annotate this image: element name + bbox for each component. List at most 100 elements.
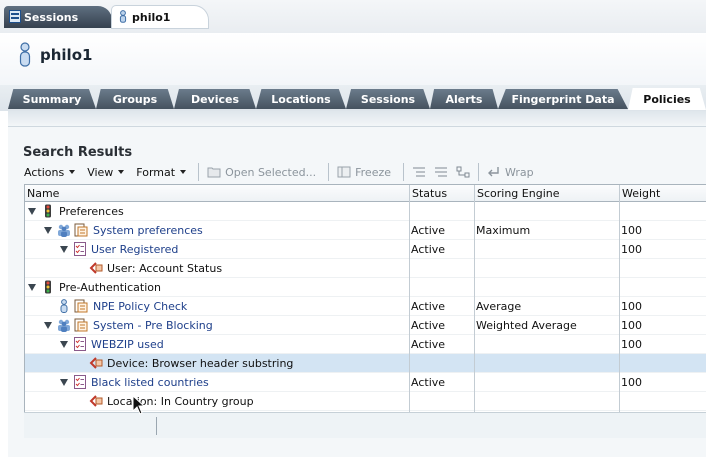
row-name[interactable]: System - Pre Blocking — [93, 319, 213, 332]
resize-handle[interactable] — [156, 417, 157, 435]
tree-expand-icon[interactable] — [60, 379, 68, 386]
row-name[interactable]: System preferences — [93, 224, 203, 237]
row-weight: 100 — [621, 319, 642, 332]
format-menu[interactable]: Format — [136, 166, 187, 179]
condition-icon — [89, 262, 103, 274]
condition-icon — [89, 395, 103, 407]
table-row[interactable]: System - Pre Blocking Active Weighted Av… — [25, 316, 706, 335]
doc-tab-sessions[interactable]: Sessions — [4, 6, 112, 28]
table-row-selected[interactable]: Device: Browser header substring — [25, 354, 706, 373]
chevron-down-icon — [180, 170, 187, 174]
user-group-icon — [58, 319, 70, 332]
row-name[interactable]: Black listed countries — [91, 376, 209, 389]
table-row[interactable]: NPE Policy Check Active Average 100 — [25, 297, 706, 316]
row-name: Device: Browser header substring — [107, 357, 294, 370]
traffic-light-icon — [45, 280, 51, 294]
tab-content-strip — [8, 111, 706, 127]
actions-menu[interactable]: Actions — [24, 166, 76, 179]
column-divider — [619, 185, 620, 412]
tab-devices[interactable]: Devices — [174, 89, 256, 109]
tree-expand-icon[interactable] — [44, 322, 52, 329]
sessions-icon — [9, 10, 21, 23]
rule-checklist-icon — [74, 375, 86, 389]
row-scoring-engine: Average — [476, 300, 522, 313]
open-selected-button[interactable]: Open Selected... — [207, 166, 316, 179]
tab-fingerprint-data[interactable]: Fingerprint Data — [498, 89, 628, 109]
toolbar-divider — [328, 163, 330, 181]
column-header-scoring-engine[interactable]: Scoring Engine — [477, 187, 560, 200]
row-status: Active — [411, 319, 446, 332]
table-row[interactable]: User: Account Status — [25, 259, 706, 278]
row-status: Active — [411, 243, 446, 256]
table-row[interactable]: Black listed countries Active 100 — [25, 373, 706, 392]
doc-tab-philo1[interactable]: philo1 — [112, 6, 208, 28]
expand-all-icon[interactable] — [434, 166, 448, 178]
tab-groups[interactable]: Groups — [96, 89, 174, 109]
table-header: Name Status Scoring Engine Weight — [25, 185, 706, 202]
row-name: Pre-Authentication — [59, 281, 161, 294]
policy-document-icon — [74, 299, 88, 313]
table-row[interactable]: User Registered Active 100 — [25, 240, 706, 259]
tab-sessions[interactable]: Sessions — [346, 89, 430, 109]
user-icon — [119, 10, 127, 23]
collapse-all-icon[interactable] — [412, 166, 426, 178]
traffic-light-icon — [45, 204, 51, 218]
table-row[interactable]: Pre-Authentication — [25, 278, 706, 297]
user-icon — [19, 42, 31, 67]
toolbar-divider — [198, 163, 200, 181]
freeze-button[interactable]: Freeze — [337, 166, 391, 179]
chevron-down-icon — [118, 170, 125, 174]
tree-expand-icon[interactable] — [44, 227, 52, 234]
doc-tab-label: philo1 — [132, 10, 171, 24]
column-divider — [409, 185, 410, 412]
wrap-icon — [488, 167, 499, 177]
row-weight: 100 — [621, 300, 642, 313]
tab-locations[interactable]: Locations — [256, 89, 346, 109]
open-selected-label: Open Selected... — [225, 165, 317, 179]
folder-icon — [207, 167, 221, 178]
table-footer — [24, 412, 706, 438]
doc-tab-label: Sessions — [24, 10, 79, 24]
tab-summary[interactable]: Summary — [8, 89, 96, 109]
hierarchy-icon[interactable] — [456, 166, 470, 178]
section-tab-bar: Summary Groups Devices Locations Session… — [0, 85, 706, 111]
chevron-down-icon — [69, 170, 76, 174]
tree-expand-icon[interactable] — [28, 284, 36, 291]
table-row[interactable]: WEBZIP used Active 100 — [25, 335, 706, 354]
column-header-weight[interactable]: Weight — [622, 187, 660, 200]
tab-policies[interactable]: Policies — [628, 88, 706, 110]
rule-checklist-icon — [74, 242, 86, 256]
row-status: Active — [411, 338, 446, 351]
view-menu[interactable]: View — [87, 165, 125, 179]
tree-expand-icon[interactable] — [60, 246, 68, 253]
tab-alerts[interactable]: Alerts — [430, 89, 498, 109]
column-header-name[interactable]: Name — [27, 187, 59, 200]
wrap-label: Wrap — [505, 165, 534, 179]
table-row[interactable]: System preferences Active Maximum 100 — [25, 221, 706, 240]
row-name[interactable]: NPE Policy Check — [93, 300, 187, 313]
row-status: Active — [411, 224, 446, 237]
document-tab-bar: Sessions philo1 — [0, 0, 706, 33]
column-header-status[interactable]: Status — [412, 187, 447, 200]
view-menu-label: View — [87, 165, 114, 179]
search-results-title: Search Results — [23, 145, 133, 160]
user-icon — [60, 299, 68, 313]
freeze-label: Freeze — [355, 165, 392, 179]
tree-expand-icon[interactable] — [60, 341, 68, 348]
tree-expand-icon[interactable] — [28, 208, 36, 215]
policy-document-icon — [74, 318, 88, 332]
table-row[interactable]: Location: In Country group — [25, 392, 706, 411]
column-divider — [474, 185, 475, 412]
row-status: Active — [411, 300, 446, 313]
results-toolbar: Actions View Format Open Selected... Fre… — [24, 161, 706, 183]
results-table: Name Status Scoring Engine Weight Prefer… — [24, 184, 706, 412]
row-scoring-engine: Maximum — [476, 224, 531, 237]
row-status: Active — [411, 376, 446, 389]
row-name[interactable]: WEBZIP used — [91, 338, 164, 351]
row-weight: 100 — [621, 376, 642, 389]
table-row[interactable]: Preferences — [25, 202, 706, 221]
row-name[interactable]: User Registered — [91, 243, 178, 256]
mouse-pointer-icon — [132, 395, 146, 415]
wrap-button[interactable]: Wrap — [487, 166, 534, 179]
toolbar-divider — [478, 163, 480, 181]
